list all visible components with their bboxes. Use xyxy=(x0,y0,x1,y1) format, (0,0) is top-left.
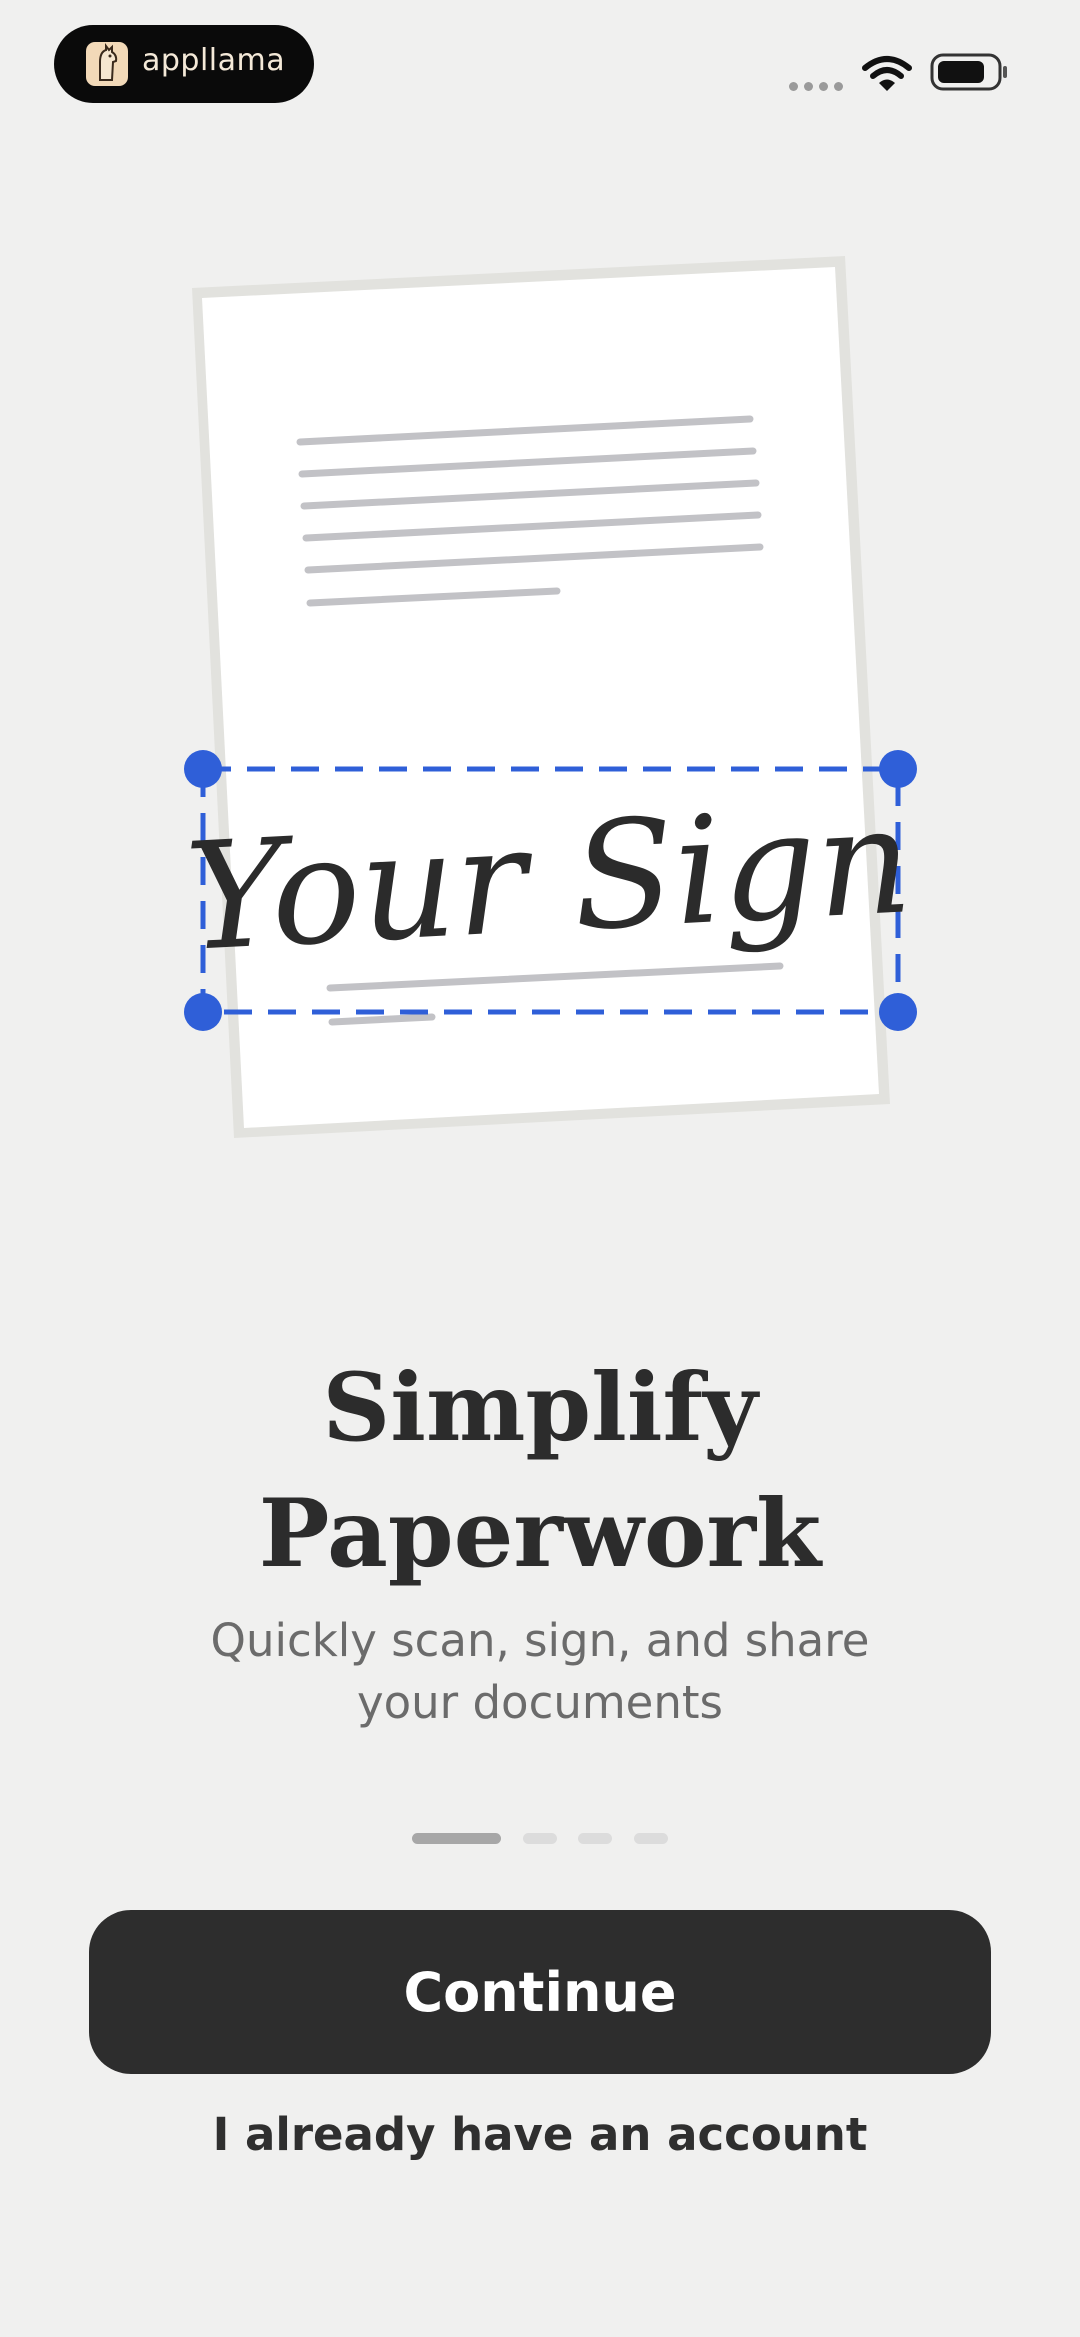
brand-name: appllama xyxy=(142,43,286,78)
wifi-icon xyxy=(862,56,912,91)
page-title: Simplify Paperwork xyxy=(0,1345,1080,1597)
document-signature-illustration: Your Sign xyxy=(182,256,917,1138)
signal-dots-icon xyxy=(789,78,849,96)
page-indicator-dot-4[interactable] xyxy=(634,1833,668,1844)
page-title-line-1: Simplify xyxy=(322,1353,758,1463)
resize-handle-bottom-right[interactable] xyxy=(879,993,917,1031)
resize-handle-bottom-left[interactable] xyxy=(184,993,222,1031)
page-indicator-dot-1[interactable] xyxy=(412,1833,501,1844)
page-title-line-2: Paperwork xyxy=(258,1479,822,1589)
page-subtitle-line-1: Quickly scan, sign, and share xyxy=(210,1614,870,1667)
page-subtitle-line-2: your documents xyxy=(357,1676,723,1729)
llama-logo-icon xyxy=(86,42,128,86)
login-link[interactable]: I already have an account xyxy=(0,2108,1080,2161)
page-subtitle: Quickly scan, sign, and share your docum… xyxy=(0,1610,1080,1734)
page-indicator-dot-3[interactable] xyxy=(578,1833,612,1844)
resize-handle-top-left[interactable] xyxy=(184,750,222,788)
continue-button[interactable]: Continue xyxy=(89,1910,991,2074)
status-bar: appllama xyxy=(0,0,1080,140)
paper-sheet xyxy=(192,256,890,1138)
page-indicator-dot-2[interactable] xyxy=(523,1833,557,1844)
resize-handle-top-right[interactable] xyxy=(879,750,917,788)
battery-icon xyxy=(930,53,1007,91)
brand-badge: appllama xyxy=(54,25,314,103)
